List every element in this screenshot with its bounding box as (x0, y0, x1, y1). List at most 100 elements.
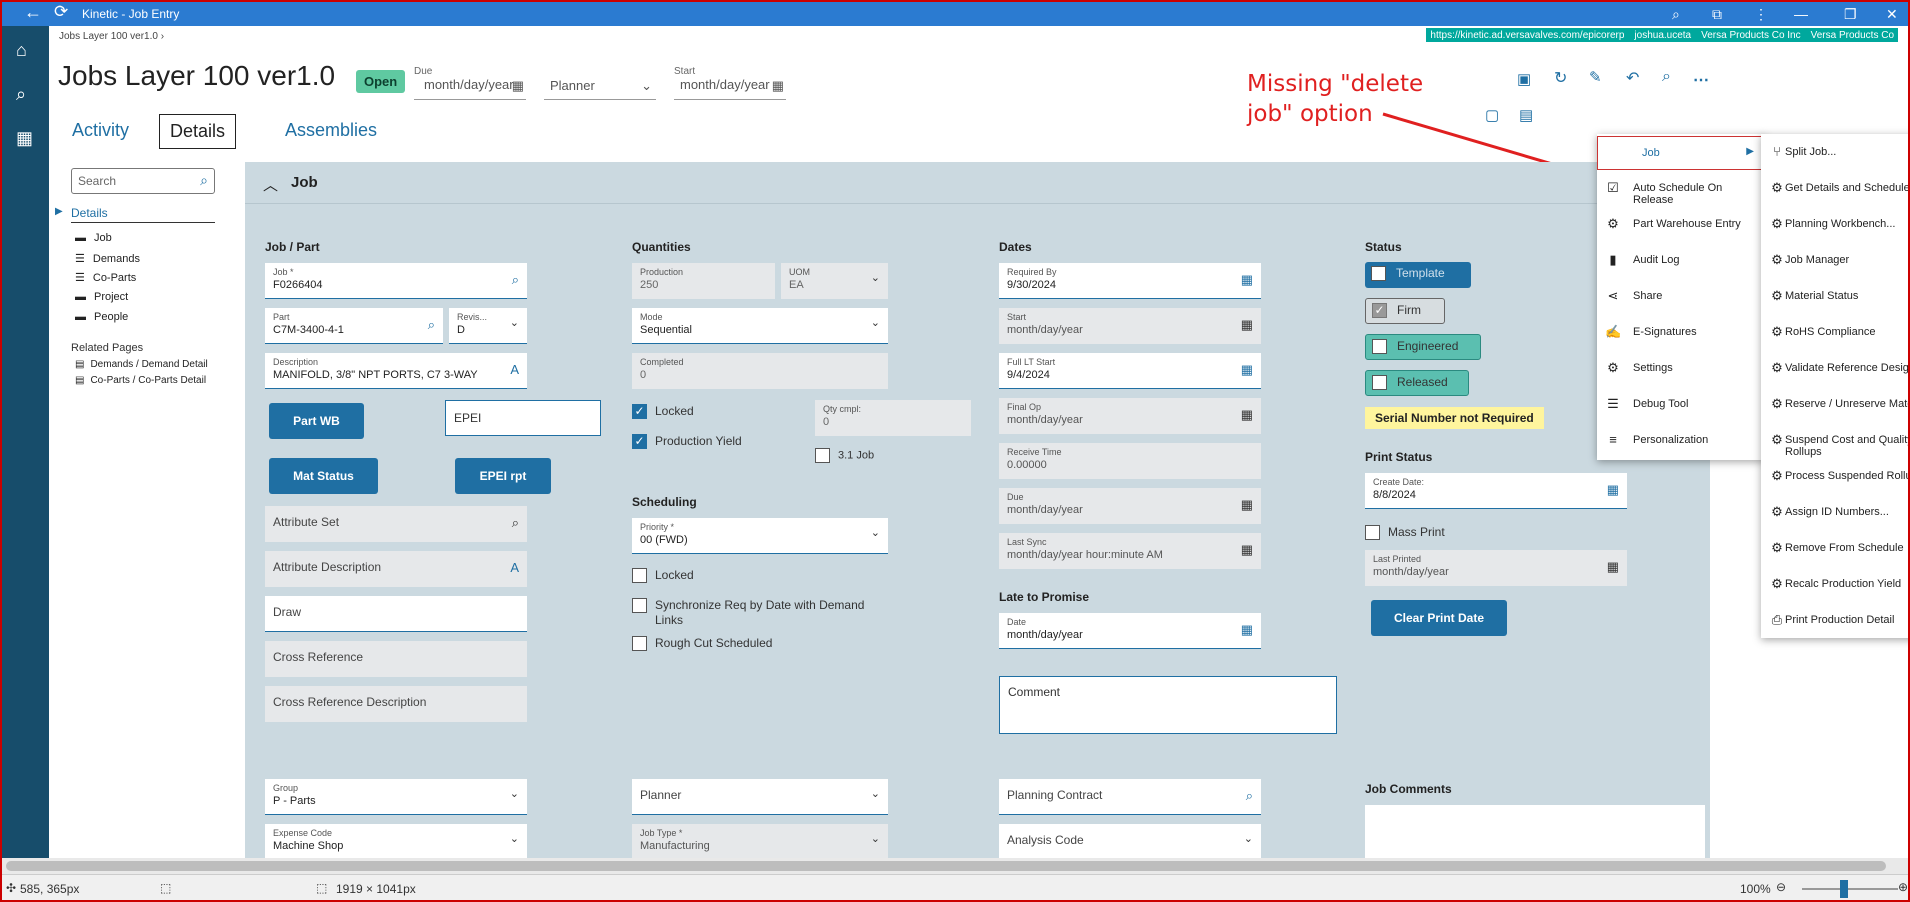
back-arrow-icon[interactable]: ← (24, 3, 42, 21)
part-wb-button[interactable]: Part WB (269, 403, 364, 439)
clear-print-date-button[interactable]: Clear Print Date (1371, 600, 1507, 636)
submenu-item[interactable]: ⚙ Job Manager (1761, 246, 1908, 276)
menu-item-esignatures[interactable]: ✍ E-Signatures (1597, 318, 1765, 348)
required-by-field[interactable]: Required By 9/30/2024 ▦ (999, 263, 1261, 299)
submenu-item[interactable]: ⚙ Assign ID Numbers... (1761, 498, 1908, 528)
submenu-item[interactable]: ⚙ Planning Workbench... (1761, 210, 1908, 240)
search-icon[interactable]: ⌕ (200, 172, 208, 189)
breadcrumb[interactable]: Jobs Layer 100 ver1.0 › (59, 31, 164, 42)
epei-field[interactable]: EPEI (445, 400, 601, 436)
attribute-set-field[interactable]: Attribute Set ⌕ (265, 506, 527, 542)
search-icon[interactable]: ⌕ (512, 272, 519, 288)
planner-select[interactable]: Planner ⌄ (544, 66, 656, 100)
start-date-field[interactable]: Start month/day/year ▦ (999, 308, 1261, 344)
due-date-field[interactable]: Due month/day/year ▦ (999, 488, 1261, 524)
comment-textarea[interactable]: Comment (999, 676, 1337, 734)
mat-status-button[interactable]: Mat Status (269, 458, 378, 494)
locked-checkbox[interactable]: ✓ Locked (632, 404, 694, 420)
nav-item-coparts[interactable]: ☰ Co-Parts (75, 271, 136, 284)
close-icon[interactable]: ✕ (1886, 5, 1898, 23)
cross-reference-description-field[interactable]: Cross Reference Description (265, 686, 527, 722)
scrollbar-thumb[interactable] (6, 861, 1886, 871)
calendar-icon[interactable]: ▦ (1241, 362, 1253, 378)
zoom-out-icon[interactable]: ⊖ (1776, 880, 1786, 894)
full-lt-start-field[interactable]: Full LT Start 9/4/2024 ▦ (999, 353, 1261, 389)
analysis-code-select[interactable]: Analysis Code ⌄ (999, 824, 1261, 858)
submenu-item[interactable]: ⚙Reserve / Unreserve Material... (1761, 390, 1908, 420)
menu-item-share[interactable]: ⋖ Share (1597, 282, 1765, 312)
rough-cut-checkbox[interactable]: Rough Cut Scheduled (632, 636, 772, 652)
refresh-icon[interactable]: ↻ (1554, 68, 1567, 88)
released-checkbox[interactable]: Released (1365, 370, 1469, 396)
submenu-item[interactable]: ⚙ Material Status (1761, 282, 1908, 312)
submenu-item[interactable]: ⚙ Remove From Schedule (1761, 534, 1908, 564)
menu-item-auto-schedule[interactable]: ☑ Auto Schedule On Release (1597, 174, 1765, 206)
last-sync-field[interactable]: Last Sync month/day/year hour:minute AM ▦ (999, 533, 1261, 569)
nav-item-demands[interactable]: ☰ Demands (75, 252, 140, 265)
engineered-checkbox[interactable]: Engineered (1365, 334, 1481, 360)
description-field[interactable]: Description MANIFOLD, 3/8" NPT PORTS, C7 … (265, 353, 527, 389)
search-icon[interactable]: ⌕ (428, 317, 435, 333)
related-coparts[interactable]: ▤ Co-Parts / Co-Parts Detail (75, 375, 206, 386)
group-select[interactable]: Group P - Parts ⌄ (265, 779, 527, 815)
undo-icon[interactable]: ↶ (1626, 68, 1639, 88)
draw-field[interactable]: Draw (265, 596, 527, 632)
tab-activity[interactable]: Activity (62, 114, 139, 147)
mode-select[interactable]: Mode Sequential ⌄ (632, 308, 888, 344)
search-input[interactable]: Search ⌕ (71, 168, 215, 194)
expense-code-select[interactable]: Expense Code Machine Shop ⌄ (265, 824, 527, 858)
search-icon[interactable]: ⌕ (1662, 68, 1671, 86)
mass-print-checkbox[interactable]: Mass Print (1365, 525, 1445, 541)
refresh-icon[interactable]: ⟳ (54, 3, 68, 21)
calendar-icon[interactable]: ▦ (772, 78, 784, 94)
calendar-icon[interactable]: ▦ (1241, 542, 1253, 558)
menu-item-audit-log[interactable]: ▮ Audit Log (1597, 246, 1765, 276)
horizontal-scrollbar[interactable] (2, 858, 1908, 874)
cross-reference-field[interactable]: Cross Reference (265, 641, 527, 677)
submenu-item[interactable]: ⚙ Get Details and Schedule... (1761, 174, 1908, 204)
menu-item-part-warehouse[interactable]: ⚙ Part Warehouse Entry (1597, 210, 1765, 240)
zoom-icon[interactable]: ⌕ (1672, 5, 1680, 23)
chevron-up-icon[interactable]: ︿ (263, 174, 278, 195)
priority-select[interactable]: Priority * 00 (FWD) ⌄ (632, 518, 888, 554)
submenu-item[interactable]: ⚙ RoHS Compliance (1761, 318, 1908, 348)
submenu-item[interactable]: ⚙ Recalc Production Yield (1761, 570, 1908, 600)
zoom-in-icon[interactable]: ⊕ (1898, 880, 1908, 894)
tab-details[interactable]: Details (159, 114, 237, 149)
extension-icon[interactable]: ⧉ (1712, 5, 1722, 23)
create-date-field[interactable]: Create Date: 8/8/2024 ▦ (1365, 473, 1627, 509)
start-field[interactable]: Start month/day/year ▦ (674, 66, 786, 100)
uom-select[interactable]: UOM EA ⌄ (781, 263, 888, 299)
production-yield-checkbox[interactable]: ✓ Production Yield (632, 434, 742, 450)
submenu-item[interactable]: ⑂ Split Job... (1761, 138, 1908, 168)
related-demands[interactable]: ▤ Demands / Demand Detail (75, 359, 208, 370)
calendar-icon[interactable]: ▦ (1241, 317, 1253, 333)
calendar-icon[interactable]: ▦ (1241, 407, 1253, 423)
calendar-icon[interactable]: ▦ (1241, 497, 1253, 513)
job-type-select[interactable]: Job Type * Manufacturing ⌄ (632, 824, 888, 858)
calendar-icon[interactable]: ▦ (1607, 559, 1619, 575)
nav-details[interactable]: Details (71, 206, 215, 223)
submenu-item[interactable]: ⎙ Print Production Detail (1761, 606, 1908, 636)
save-icon[interactable]: ▣ (1517, 70, 1531, 88)
job31-checkbox[interactable]: 3.1 Job (815, 448, 874, 463)
revision-select[interactable]: Revis... D ⌄ (449, 308, 527, 344)
more-icon[interactable]: ⋯ (1693, 70, 1709, 90)
due-field[interactable]: Due month/day/year ▦ (414, 66, 526, 100)
nav-item-job[interactable]: ▬ Job (75, 232, 112, 244)
menu-item-personalization[interactable]: ≡ Personalization (1597, 426, 1765, 456)
menu-item-job[interactable]: Job ▶ (1597, 136, 1765, 170)
clear-icon[interactable]: ✎ (1589, 68, 1602, 86)
submenu-item[interactable]: ⚙Validate Reference Designators (1761, 354, 1908, 384)
promise-date-field[interactable]: Date month/day/year ▦ (999, 613, 1261, 649)
tab-assemblies[interactable]: Assemblies (275, 114, 387, 147)
minimize-icon[interactable]: — (1794, 5, 1808, 23)
search-icon[interactable]: ⌕ (16, 84, 26, 105)
apps-grid-icon[interactable]: ▦ (16, 128, 33, 149)
epei-rpt-button[interactable]: EPEI rpt (455, 458, 551, 494)
planner-select[interactable]: Planner ⌄ (632, 779, 888, 815)
calendar-icon[interactable]: ▦ (1241, 272, 1253, 288)
zoom-slider[interactable] (1802, 888, 1898, 890)
nav-item-project[interactable]: ▬ Project (75, 291, 128, 303)
job-comments-textarea[interactable] (1365, 805, 1705, 858)
